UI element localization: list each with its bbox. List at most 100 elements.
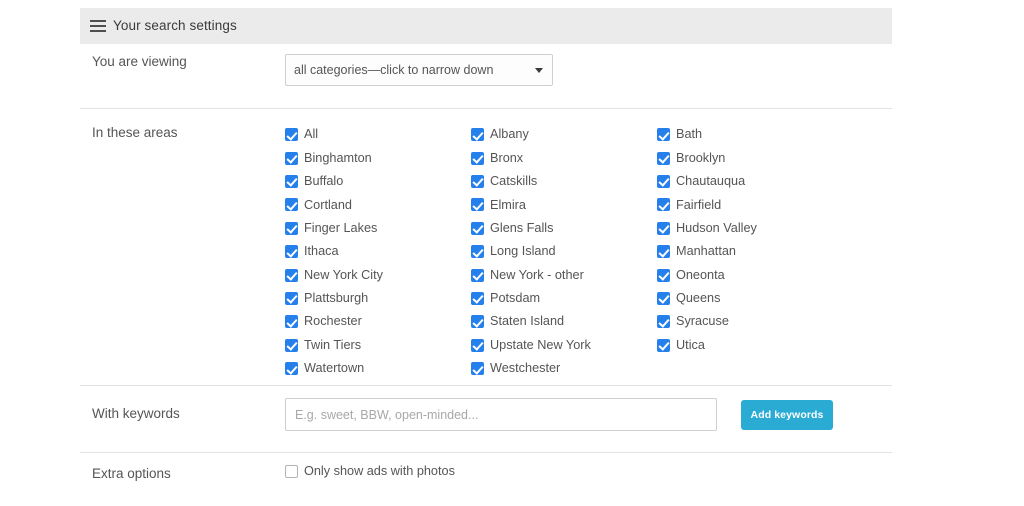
area-checkbox[interactable]	[471, 128, 484, 142]
area-checkbox[interactable]	[285, 362, 298, 376]
area-checkbox-item[interactable]: Oneonta	[657, 263, 847, 286]
area-checkbox-label: Staten Island	[490, 314, 565, 329]
area-checkbox[interactable]	[285, 151, 298, 165]
area-checkbox[interactable]	[285, 128, 298, 142]
area-checkbox-label: New York City	[304, 267, 383, 282]
area-checkbox[interactable]	[657, 315, 670, 329]
area-checkbox[interactable]	[471, 245, 484, 259]
area-checkbox[interactable]	[657, 245, 670, 259]
area-checkbox-item[interactable]: Elmira	[471, 193, 657, 216]
area-checkbox[interactable]	[471, 221, 484, 235]
area-checkbox[interactable]	[657, 338, 670, 352]
area-checkbox[interactable]	[471, 291, 484, 305]
area-checkbox-label: Bronx	[490, 150, 524, 165]
area-checkbox[interactable]	[471, 362, 484, 376]
area-checkbox[interactable]	[471, 315, 484, 329]
area-checkbox-label: Chautauqua	[676, 174, 746, 189]
row-extra-options: Extra options Only show ads with photos	[80, 465, 892, 482]
area-checkbox-item[interactable]: Queens	[657, 287, 847, 310]
area-checkbox-item[interactable]: Hudson Valley	[657, 217, 847, 240]
area-checkbox[interactable]	[285, 291, 298, 305]
area-checkbox-label: All	[304, 127, 319, 142]
area-checkbox[interactable]	[285, 198, 298, 212]
area-checkbox-item[interactable]: Finger Lakes	[285, 217, 471, 240]
area-checkbox-item[interactable]: Rochester	[285, 310, 471, 333]
hamburger-icon[interactable]	[90, 20, 106, 32]
area-checkbox-item[interactable]: Ithaca	[285, 240, 471, 263]
areas-column-1: All Binghamton Buffalo Cortland Finger Lakes…	[285, 123, 471, 380]
area-checkbox[interactable]	[657, 128, 670, 142]
area-checkbox-item[interactable]: New York - other	[471, 263, 657, 286]
area-checkbox[interactable]	[471, 268, 484, 282]
area-checkbox-label: Long Island	[490, 244, 556, 259]
area-checkbox-item[interactable]: Plattsburgh	[285, 287, 471, 310]
area-checkbox[interactable]	[471, 174, 484, 188]
area-checkbox[interactable]	[657, 291, 670, 305]
area-checkbox-item[interactable]: Catskills	[471, 170, 657, 193]
area-checkbox-label: Twin Tiers	[304, 337, 362, 352]
area-checkbox-item[interactable]: Bath	[657, 123, 847, 146]
keywords-input[interactable]	[285, 398, 717, 431]
panel-title: Your search settings	[113, 18, 237, 34]
area-checkbox-item[interactable]: New York City	[285, 263, 471, 286]
area-checkbox-item[interactable]: Glens Falls	[471, 217, 657, 240]
row-in-these-areas: In these areas All Binghamton Buffalo Cortl…	[80, 123, 892, 380]
area-checkbox-item[interactable]: Binghamton	[285, 146, 471, 169]
add-keywords-button[interactable]: Add keywords	[741, 399, 833, 430]
in-these-areas-label: In these areas	[92, 125, 178, 140]
area-checkbox[interactable]	[285, 174, 298, 188]
area-checkbox-item[interactable]: Twin Tiers	[285, 334, 471, 357]
area-checkbox-item[interactable]: Cortland	[285, 193, 471, 216]
area-checkbox-label: Albany	[490, 127, 529, 142]
category-select[interactable]: all categories—click to narrow down	[285, 54, 553, 86]
only-photos-label: Only show ads with photos	[304, 464, 455, 479]
only-photos-checkbox[interactable]	[285, 465, 298, 478]
area-checkbox-item[interactable]: Syracuse	[657, 310, 847, 333]
only-photos-checkbox-item[interactable]: Only show ads with photos	[285, 465, 892, 478]
area-checkbox-item[interactable]: Watertown	[285, 357, 471, 380]
area-checkbox-label: Buffalo	[304, 174, 344, 189]
with-keywords-label: With keywords	[92, 406, 180, 421]
area-checkbox-item[interactable]: Albany	[471, 123, 657, 146]
area-checkbox-item[interactable]: Manhattan	[657, 240, 847, 263]
category-select-value: all categories—click to narrow down	[294, 63, 494, 77]
divider-1	[80, 108, 892, 109]
area-checkbox-label: Westchester	[490, 361, 561, 376]
area-checkbox-label: Upstate New York	[490, 337, 591, 352]
area-checkbox-label: Elmira	[490, 197, 526, 212]
area-checkbox[interactable]	[471, 338, 484, 352]
area-checkbox-item[interactable]: Chautauqua	[657, 170, 847, 193]
area-checkbox-item[interactable]: Utica	[657, 334, 847, 357]
areas-column-2: Albany Bronx Catskills Elmira Glens Falls Lon…	[471, 123, 657, 380]
area-checkbox[interactable]	[657, 221, 670, 235]
area-checkbox-item[interactable]: Westchester	[471, 357, 657, 380]
area-checkbox-item[interactable]: Staten Island	[471, 310, 657, 333]
area-checkbox-item[interactable]: All	[285, 123, 471, 146]
extra-options-label: Extra options	[92, 466, 171, 481]
area-checkbox[interactable]	[285, 221, 298, 235]
area-checkbox-label: New York - other	[490, 267, 584, 282]
area-checkbox-item[interactable]: Buffalo	[285, 170, 471, 193]
area-checkbox[interactable]	[657, 268, 670, 282]
area-checkbox[interactable]	[285, 245, 298, 259]
area-checkbox[interactable]	[657, 174, 670, 188]
area-checkbox-item[interactable]: Upstate New York	[471, 334, 657, 357]
area-checkbox[interactable]	[657, 198, 670, 212]
extra-options-field: Only show ads with photos	[285, 465, 892, 478]
area-checkbox-label: Binghamton	[304, 150, 372, 165]
search-settings-page: Your search settings You are viewing all…	[0, 0, 1024, 506]
area-checkbox-label: Watertown	[304, 361, 365, 376]
area-checkbox-item[interactable]: Bronx	[471, 146, 657, 169]
area-checkbox[interactable]	[285, 268, 298, 282]
area-checkbox-item[interactable]: Potsdam	[471, 287, 657, 310]
area-checkbox[interactable]	[285, 315, 298, 329]
area-checkbox[interactable]	[285, 338, 298, 352]
area-checkbox-label: Manhattan	[676, 244, 736, 259]
area-checkbox[interactable]	[657, 151, 670, 165]
area-checkbox-item[interactable]: Fairfield	[657, 193, 847, 216]
area-checkbox[interactable]	[471, 198, 484, 212]
area-checkbox-label: Catskills	[490, 174, 538, 189]
area-checkbox[interactable]	[471, 151, 484, 165]
area-checkbox-item[interactable]: Brooklyn	[657, 146, 847, 169]
area-checkbox-item[interactable]: Long Island	[471, 240, 657, 263]
